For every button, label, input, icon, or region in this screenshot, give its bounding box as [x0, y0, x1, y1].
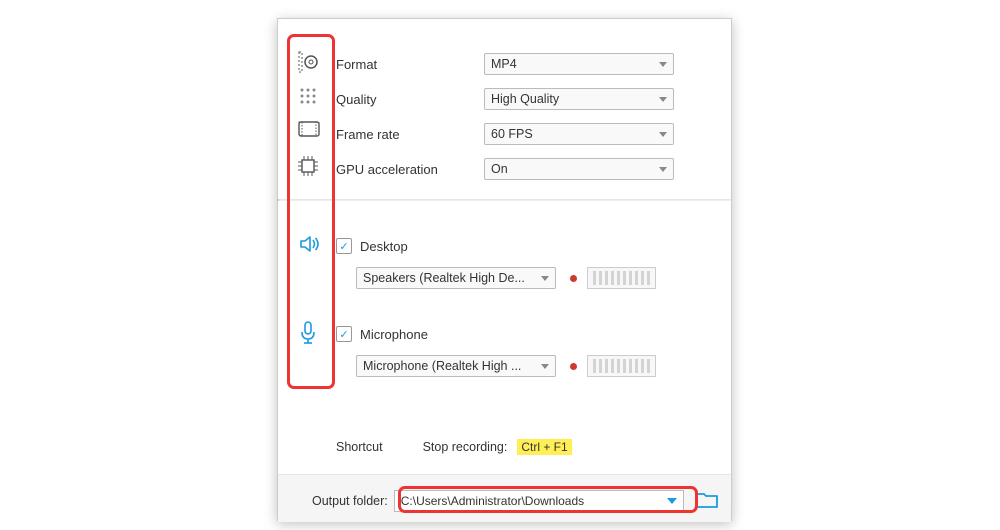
mic-row: ✓ Microphone [336, 321, 717, 347]
gpu-icon [298, 156, 322, 176]
framerate-row: Frame rate 60 FPS [336, 121, 717, 147]
desktop-device-value: Speakers (Realtek High De... [363, 271, 541, 285]
mic-device-select[interactable]: Microphone (Realtek High ... [356, 355, 556, 377]
quality-select[interactable]: High Quality [484, 88, 674, 110]
desktop-label: Desktop [360, 239, 408, 254]
mic-checkbox[interactable]: ✓ [336, 326, 352, 342]
framerate-icon [298, 121, 322, 137]
level-bars [587, 267, 656, 289]
desktop-device-select[interactable]: Speakers (Realtek High De... [356, 267, 556, 289]
output-folder-label: Output folder: [312, 494, 388, 508]
chevron-down-icon [667, 498, 677, 504]
settings-panel: Format MP4 Quality High Quality Frame ra… [277, 18, 732, 521]
stop-recording-label: Stop recording: [423, 440, 508, 454]
format-icon [298, 51, 322, 73]
desktop-level-meter [570, 267, 656, 289]
gpu-label: GPU acceleration [336, 162, 484, 177]
gpu-row: GPU acceleration On [336, 156, 717, 182]
speaker-icon [298, 233, 322, 255]
folder-icon [696, 491, 718, 509]
stop-recording-key: Ctrl + F1 [517, 439, 571, 455]
framerate-label: Frame rate [336, 127, 484, 142]
record-dot-icon [570, 363, 577, 370]
gpu-select[interactable]: On [484, 158, 674, 180]
output-folder-path: C:\Users\Administrator\Downloads [401, 494, 667, 508]
gpu-value: On [491, 162, 659, 176]
format-select[interactable]: MP4 [484, 53, 674, 75]
level-bars [587, 355, 656, 377]
output-folder-row: Output folder: C:\Users\Administrator\Do… [312, 490, 718, 512]
shortcut-section-label: Shortcut [336, 440, 383, 454]
framerate-select[interactable]: 60 FPS [484, 123, 674, 145]
record-dot-icon [570, 275, 577, 282]
microphone-icon [298, 321, 322, 345]
mic-device-row: Microphone (Realtek High ... [356, 353, 717, 379]
chevron-down-icon [659, 167, 667, 172]
quality-row: Quality High Quality [336, 86, 717, 112]
chevron-down-icon [541, 276, 549, 281]
format-row: Format MP4 [336, 51, 717, 77]
mic-level-meter [570, 355, 656, 377]
shortcut-row: Shortcut Stop recording: Ctrl + F1 [336, 439, 572, 455]
open-folder-button[interactable] [696, 491, 718, 512]
desktop-checkbox[interactable]: ✓ [336, 238, 352, 254]
desktop-audio-row: ✓ Desktop [336, 233, 717, 259]
divider [278, 199, 731, 201]
format-value: MP4 [491, 57, 659, 71]
output-folder-select[interactable]: C:\Users\Administrator\Downloads [394, 490, 684, 512]
mic-device-value: Microphone (Realtek High ... [363, 359, 541, 373]
quality-icon [298, 86, 322, 106]
format-label: Format [336, 57, 484, 72]
desktop-device-row: Speakers (Realtek High De... [356, 265, 717, 291]
quality-value: High Quality [491, 92, 659, 106]
framerate-value: 60 FPS [491, 127, 659, 141]
mic-label: Microphone [360, 327, 428, 342]
chevron-down-icon [659, 132, 667, 137]
quality-label: Quality [336, 92, 484, 107]
chevron-down-icon [541, 364, 549, 369]
chevron-down-icon [659, 62, 667, 67]
chevron-down-icon [659, 97, 667, 102]
